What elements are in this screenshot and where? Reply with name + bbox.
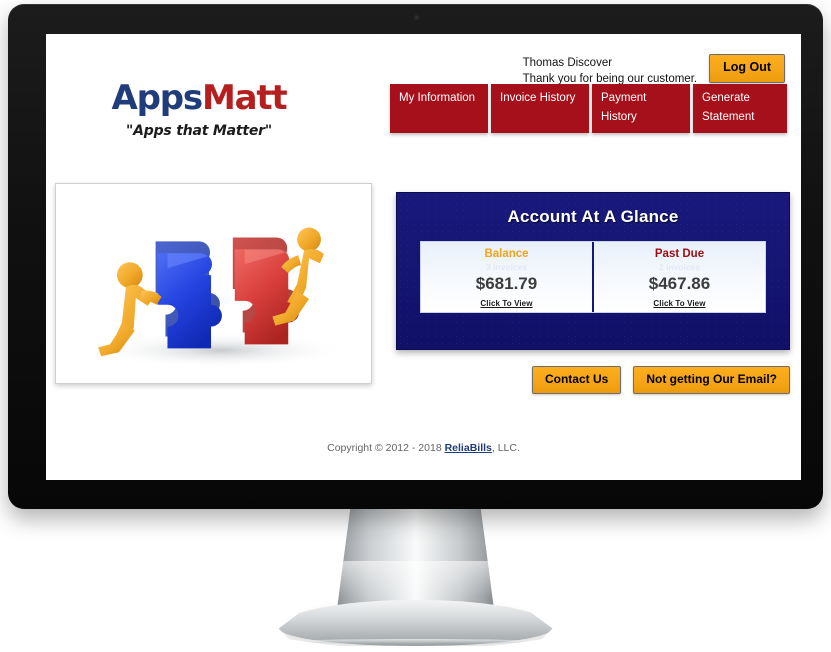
webcam-icon xyxy=(413,15,419,20)
header-account-area: Thomas Discover Thank you for being our … xyxy=(523,54,785,88)
copyright-prefix: Copyright © 2012 - 2018 xyxy=(327,442,445,454)
account-summary-cards: Balance 3 invoices $681.79 Click To View… xyxy=(420,241,766,313)
past-due-card[interactable]: Past Due 2 invoices $467.86 Click To Vie… xyxy=(592,242,765,312)
past-due-click-to-view-link[interactable]: Click To View xyxy=(653,299,705,308)
nav-tab-invoice-history[interactable]: Invoice History xyxy=(491,84,589,134)
monitor-screen: AppsMatt "Apps that Matter" Thomas Disco… xyxy=(46,34,801,480)
past-due-label: Past Due xyxy=(654,248,705,260)
balance-label: Balance xyxy=(484,248,529,260)
nav-tab-label-line2: Statement xyxy=(702,110,755,123)
monitor-bezel: AppsMatt "Apps that Matter" Thomas Disco… xyxy=(8,4,823,509)
logo-word-matt: Matt xyxy=(201,78,288,118)
nav-tab-payment-history[interactable]: Payment History xyxy=(592,84,690,134)
panel-title: Account At A Glance xyxy=(507,207,679,226)
action-buttons: Contact Us Not getting Our Email? xyxy=(531,366,790,395)
nav-tab-label-line1: My Information xyxy=(399,92,476,104)
customer-name: Thomas Discover xyxy=(522,57,613,69)
portal-page: AppsMatt "Apps that Matter" Thomas Disco… xyxy=(46,34,801,480)
main-navigation: My Information Invoice History Payment H… xyxy=(390,84,787,134)
contact-us-button[interactable]: Contact Us xyxy=(531,366,622,395)
past-due-invoice-count: 2 invoices xyxy=(658,261,701,272)
hero-image-frame xyxy=(55,183,372,384)
not-getting-email-button[interactable]: Not getting Our Email? xyxy=(633,366,790,395)
monitor-stand-neck xyxy=(336,505,495,613)
logo-tagline: "Apps that Matter" xyxy=(126,123,272,139)
logo-word-apps: Apps xyxy=(111,78,204,118)
logout-button[interactable]: Log Out xyxy=(709,54,785,83)
balance-card[interactable]: Balance 3 invoices $681.79 Click To View xyxy=(421,242,592,312)
balance-click-to-view-link[interactable]: Click To View xyxy=(480,299,532,308)
footer: Copyright © 2012 - 2018 ReliaBills, LLC. xyxy=(46,442,801,454)
nav-tab-generate-statement[interactable]: Generate Statement xyxy=(693,84,787,134)
site-logo[interactable]: AppsMatt "Apps that Matter" xyxy=(84,81,314,139)
nav-tab-label-line1: Payment xyxy=(601,92,647,104)
puzzle-pieces-illustration xyxy=(56,184,371,383)
nav-tab-label-line1: Invoice History xyxy=(500,92,576,104)
monitor-stand-base xyxy=(278,600,553,646)
monitor-scene: AppsMatt "Apps that Matter" Thomas Disco… xyxy=(0,0,831,652)
nav-tab-label-line2: History xyxy=(601,110,637,123)
nav-tab-my-information[interactable]: My Information xyxy=(390,84,488,134)
balance-invoice-count: 3 invoices xyxy=(485,261,528,272)
account-at-a-glance-panel: Account At A Glance Balance 3 invoices $… xyxy=(396,192,790,350)
copyright-suffix: , LLC. xyxy=(491,442,520,454)
greeting-text: Thomas Discover Thank you for being our … xyxy=(523,54,698,88)
past-due-amount: $467.86 xyxy=(648,273,711,293)
reliabills-link[interactable]: ReliaBills xyxy=(445,442,492,454)
nav-tab-label-line1: Generate xyxy=(702,92,750,104)
balance-amount: $681.79 xyxy=(475,273,538,293)
logo-wordmark: AppsMatt xyxy=(84,81,314,115)
